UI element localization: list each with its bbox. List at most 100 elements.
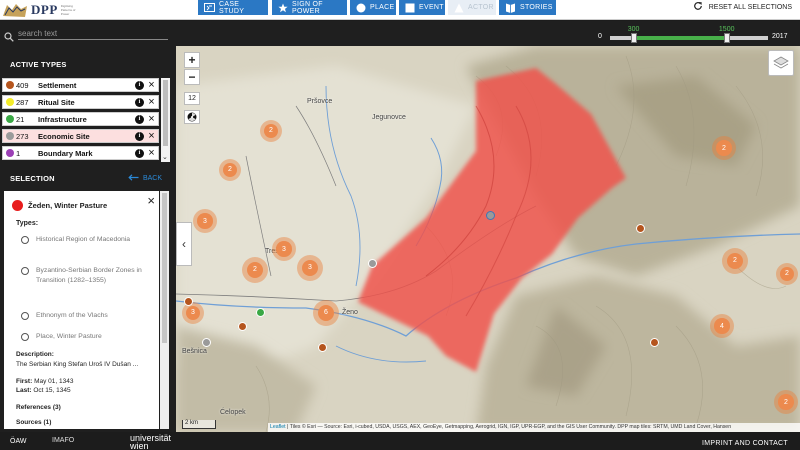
cluster-count: 2 — [716, 140, 732, 156]
map-cluster[interactable]: 2 — [776, 263, 798, 285]
leaflet-link[interactable]: Leaflet — [270, 424, 286, 430]
active-type-row[interactable]: 287 Ritual Site i × — [2, 95, 159, 109]
search-input[interactable] — [18, 27, 168, 40]
terrain-basemap — [176, 46, 800, 432]
zoom-out-button[interactable]: − — [184, 69, 200, 85]
place-button[interactable]: PLACE — [350, 0, 396, 15]
type-item[interactable]: Ethnonym of the Vlachs — [21, 311, 151, 321]
selection-name[interactable]: Žeden, Winter Pasture — [12, 200, 107, 211]
timeline-end-handle[interactable] — [723, 33, 730, 43]
timeline-start-handle[interactable] — [630, 33, 637, 43]
info-icon[interactable]: i — [135, 131, 144, 141]
map-view[interactable]: Pršovce Jegunovce Treš Ženo Ćelopek Bešn… — [176, 46, 800, 432]
place-label: Bešnica — [182, 348, 207, 355]
map-cluster[interactable]: 3 — [272, 237, 296, 261]
types-label: Types: — [16, 220, 39, 227]
oaw-logo[interactable]: ÖAW — [10, 438, 26, 445]
close-icon[interactable]: × — [147, 79, 156, 90]
map-marker[interactable] — [368, 259, 377, 268]
radio-icon — [21, 333, 29, 341]
map-scale: 2 km — [182, 420, 216, 429]
actor-button[interactable]: ACTOR — [448, 0, 496, 15]
map-cluster[interactable]: 2 — [722, 248, 748, 274]
layers-button[interactable] — [768, 50, 794, 76]
cluster-count: 2 — [726, 252, 744, 270]
reset-all-selections-button[interactable]: RESET ALL SELECTIONS — [693, 0, 792, 14]
square-icon — [405, 3, 415, 13]
type-item[interactable]: Byzantino-Serbian Border Zones in Transi… — [21, 266, 151, 285]
stories-button[interactable]: STORIES — [499, 0, 556, 15]
map-cluster[interactable]: 3 — [297, 255, 323, 281]
timeline-max: 2017 — [772, 33, 788, 40]
active-type-row[interactable]: 409 Settlement i × — [2, 78, 159, 92]
collapse-sidebar-button[interactable]: ‹ — [176, 222, 192, 266]
info-icon[interactable]: i — [135, 80, 144, 90]
close-icon[interactable]: × — [147, 147, 156, 158]
active-type-row[interactable]: 21 Infrastructure i × — [2, 112, 159, 126]
type-item[interactable]: Place, Winter Pasture — [21, 332, 151, 342]
type-item[interactable]: Historical Region of Macedonia — [21, 235, 151, 245]
cluster-count: 3 — [185, 305, 201, 321]
chevron-down-icon[interactable]: ⌄ — [162, 153, 168, 161]
search-box — [4, 27, 170, 42]
type-item-label: Byzantino-Serbian Border Zones in Transi… — [36, 267, 142, 284]
map-marker[interactable] — [256, 308, 265, 317]
map-cluster[interactable]: 2 — [774, 390, 798, 414]
close-icon[interactable]: × — [147, 96, 156, 107]
map-cluster[interactable]: 2 — [712, 136, 736, 160]
types-scrollbar-thumb[interactable] — [163, 80, 168, 146]
info-icon[interactable]: i — [135, 148, 144, 158]
dpp-logo-mark-icon — [3, 3, 27, 17]
selection-title: SELECTION — [10, 174, 55, 183]
event-button[interactable]: EVENT — [399, 0, 445, 15]
university-vienna-logo[interactable]: universität wien — [130, 434, 180, 450]
references-toggle[interactable]: References (3) — [16, 404, 61, 411]
stories-label: STORIES — [520, 4, 553, 11]
imprint-contact-link[interactable]: IMPRINT AND CONTACT — [702, 440, 788, 447]
map-cluster[interactable]: 6 — [313, 300, 339, 326]
first-date: First: May 01, 1343 — [16, 378, 73, 385]
sign-of-power-label: SIGN OF POWER — [292, 0, 323, 15]
types-scrollbar[interactable]: ⌄ — [161, 78, 170, 162]
place-label: Jegunovce — [372, 114, 406, 121]
cluster-count: 3 — [301, 259, 319, 277]
map-marker[interactable] — [636, 224, 645, 233]
sources-toggle[interactable]: Sources (1) — [16, 419, 51, 426]
map-cluster[interactable]: 4 — [710, 314, 734, 338]
imafo-logo[interactable]: IMAFO — [52, 437, 74, 444]
map-cluster[interactable]: 2 — [242, 257, 268, 283]
active-types-title: ACTIVE TYPES — [10, 60, 67, 69]
map-marker[interactable] — [318, 343, 327, 352]
selection-scrollbar[interactable] — [160, 191, 169, 429]
selection-scrollbar-thumb[interactable] — [162, 193, 167, 343]
map-cluster[interactable]: 2 — [260, 120, 282, 142]
sign-of-power-button[interactable]: SIGN OF POWER — [272, 0, 347, 15]
map-marker[interactable] — [202, 338, 211, 347]
close-icon[interactable]: × — [147, 113, 156, 124]
time-range-slider[interactable]: 0 2017 300 1500 — [598, 24, 798, 44]
map-marker[interactable] — [650, 338, 659, 347]
info-icon[interactable]: i — [135, 97, 144, 107]
type-item-label: Ethnonym of the Vlachs — [36, 312, 108, 319]
info-icon[interactable]: i — [135, 114, 144, 124]
top-bar: DPP Digitising Patterns of Power CASE ST… — [0, 0, 800, 20]
cluster-count: 2 — [222, 162, 238, 178]
active-type-row[interactable]: 1 Boundary Mark i × — [2, 146, 159, 160]
star-icon — [278, 3, 288, 13]
case-study-button[interactable]: CASE STUDY — [198, 0, 268, 15]
close-icon[interactable]: × — [147, 130, 156, 141]
map-marker[interactable] — [184, 297, 193, 306]
close-icon[interactable]: × — [147, 193, 155, 208]
cluster-count: 3 — [197, 213, 213, 229]
zoom-in-button[interactable]: + — [184, 52, 200, 68]
timeline-track[interactable]: 300 1500 — [610, 26, 768, 43]
dpp-logo[interactable]: DPP Digitising Patterns of Power — [2, 1, 83, 19]
map-cluster[interactable]: 3 — [193, 209, 217, 233]
map-cluster[interactable]: 2 — [219, 159, 241, 181]
type-item-label: Place, Winter Pasture — [36, 333, 102, 340]
map-marker-selected[interactable] — [486, 211, 495, 220]
map-marker[interactable] — [238, 322, 247, 331]
back-button[interactable]: BACK — [128, 174, 162, 183]
radiation-icon[interactable] — [184, 110, 200, 124]
active-type-row[interactable]: 273 Economic Site i × — [2, 129, 159, 143]
